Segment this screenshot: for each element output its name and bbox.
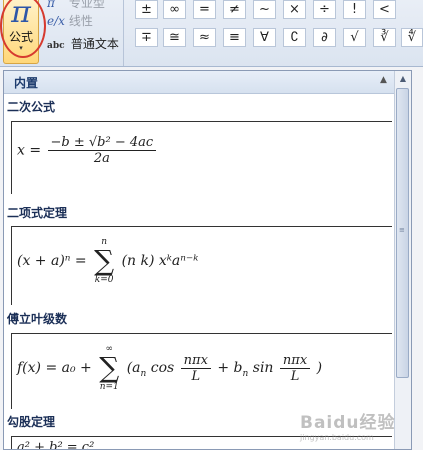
symbol-identical[interactable]: ≡ (223, 28, 246, 47)
gallery-item-title-fourier: 傅立叶级数 (7, 312, 68, 326)
gallery-item-title-pythagoras: 勾股定理 (7, 415, 56, 429)
pi-icon: π (11, 0, 31, 30)
symbol-divide[interactable]: ÷ (313, 0, 336, 19)
watermark: Baidu经验 jingyan.baidu.com (300, 413, 396, 442)
normal-text-option[interactable]: abc 普通文本 (47, 36, 119, 53)
scroll-thumb[interactable]: ≡ (396, 88, 409, 378)
sum-symbol: ∞ ∑ n=1 (99, 344, 120, 392)
linear-option[interactable]: e/x 线性 (47, 13, 93, 30)
ribbon: π 公式 ▾ π 专业型 e/x 线性 abc 普通文本 ± ∞ = ≠ ~ ×… (0, 0, 423, 67)
binomial-formula-preview[interactable]: (x + a)ⁿ = n ∑ k=0 (n k) xᵏaⁿ⁻ᵏ (11, 226, 392, 305)
normal-text-label: 普通文本 (70, 37, 119, 51)
fourier-lhs: f(x) = a₀ + (17, 360, 92, 376)
symbol-fourth-root[interactable]: ∜ (401, 28, 423, 47)
quadratic-lhs: x = (17, 142, 42, 159)
symbol-complement[interactable]: ∁ (283, 28, 306, 47)
gallery-header: 内置 ▲ (4, 71, 396, 94)
symbol-for-all[interactable]: ∀ (253, 28, 276, 47)
symbol-approx[interactable]: ≈ (193, 28, 216, 47)
equation-button[interactable]: π 公式 ▾ (3, 0, 39, 64)
professional-icon: π (47, 0, 55, 10)
symbol-equals[interactable]: = (193, 0, 216, 19)
symbol-minus-plus[interactable]: ∓ (135, 28, 158, 47)
equation-gallery: 内置 ▲ 二次公式 x = −b ± √b² − 4ac 2a 二项式定理 (x… (3, 70, 412, 450)
gallery-item-title-binomial: 二项式定理 (7, 206, 68, 220)
ribbon-separator (123, 0, 124, 66)
fourier-formula-preview[interactable]: f(x) = a₀ + ∞ ∑ n=1 (an cos nπx L + bn si… (11, 333, 392, 409)
professional-option[interactable]: π 专业型 (47, 0, 105, 12)
symbol-times[interactable]: × (283, 0, 306, 19)
symbol-square-root[interactable]: √ (343, 28, 366, 47)
symbol-tilde[interactable]: ~ (253, 0, 276, 19)
gallery-item-title-quadratic: 二次公式 (7, 100, 56, 114)
binomial-lhs: (x + a)ⁿ = (17, 253, 87, 269)
chevron-down-icon[interactable]: ▾ (4, 44, 38, 53)
binomial-rhs: (n k) xᵏaⁿ⁻ᵏ (121, 253, 199, 269)
symbol-infinity[interactable]: ∞ (163, 0, 186, 19)
abc-icon: abc (47, 41, 65, 51)
triangle-up-icon: ▲ (380, 75, 387, 85)
quadratic-fraction: −b ± √b² − 4ac 2a (47, 135, 157, 166)
quadratic-numerator: −b ± √b² − 4ac (47, 135, 157, 151)
equation-button-label: 公式 (8, 30, 33, 44)
symbol-less-than[interactable]: < (373, 0, 396, 19)
professional-label: 专业型 (68, 0, 105, 10)
grip-icon: ≡ (399, 226, 405, 234)
quadratic-formula-preview[interactable]: x = −b ± √b² − 4ac 2a (11, 121, 392, 194)
symbol-partial[interactable]: ∂ (313, 28, 336, 47)
symbol-not-equal[interactable]: ≠ (223, 0, 246, 19)
symbol-congruent[interactable]: ≅ (163, 28, 186, 47)
gallery-header-label: 内置 (14, 76, 39, 90)
scroll-up-icon[interactable]: ▲ (395, 71, 411, 87)
symbol-plus-minus[interactable]: ± (135, 0, 158, 19)
symbol-cube-root[interactable]: ∛ (373, 28, 396, 47)
sum-symbol: n ∑ k=0 (94, 237, 115, 285)
linear-label: 线性 (68, 14, 93, 28)
linear-icon: e/x (47, 14, 65, 28)
symbol-factorial[interactable]: ! (343, 0, 366, 19)
gallery-scrollbar[interactable]: ▲ ≡ (394, 71, 411, 449)
pythagoras-formula: a² + b² = c² (17, 440, 95, 450)
quadratic-denominator: 2a (93, 151, 110, 166)
